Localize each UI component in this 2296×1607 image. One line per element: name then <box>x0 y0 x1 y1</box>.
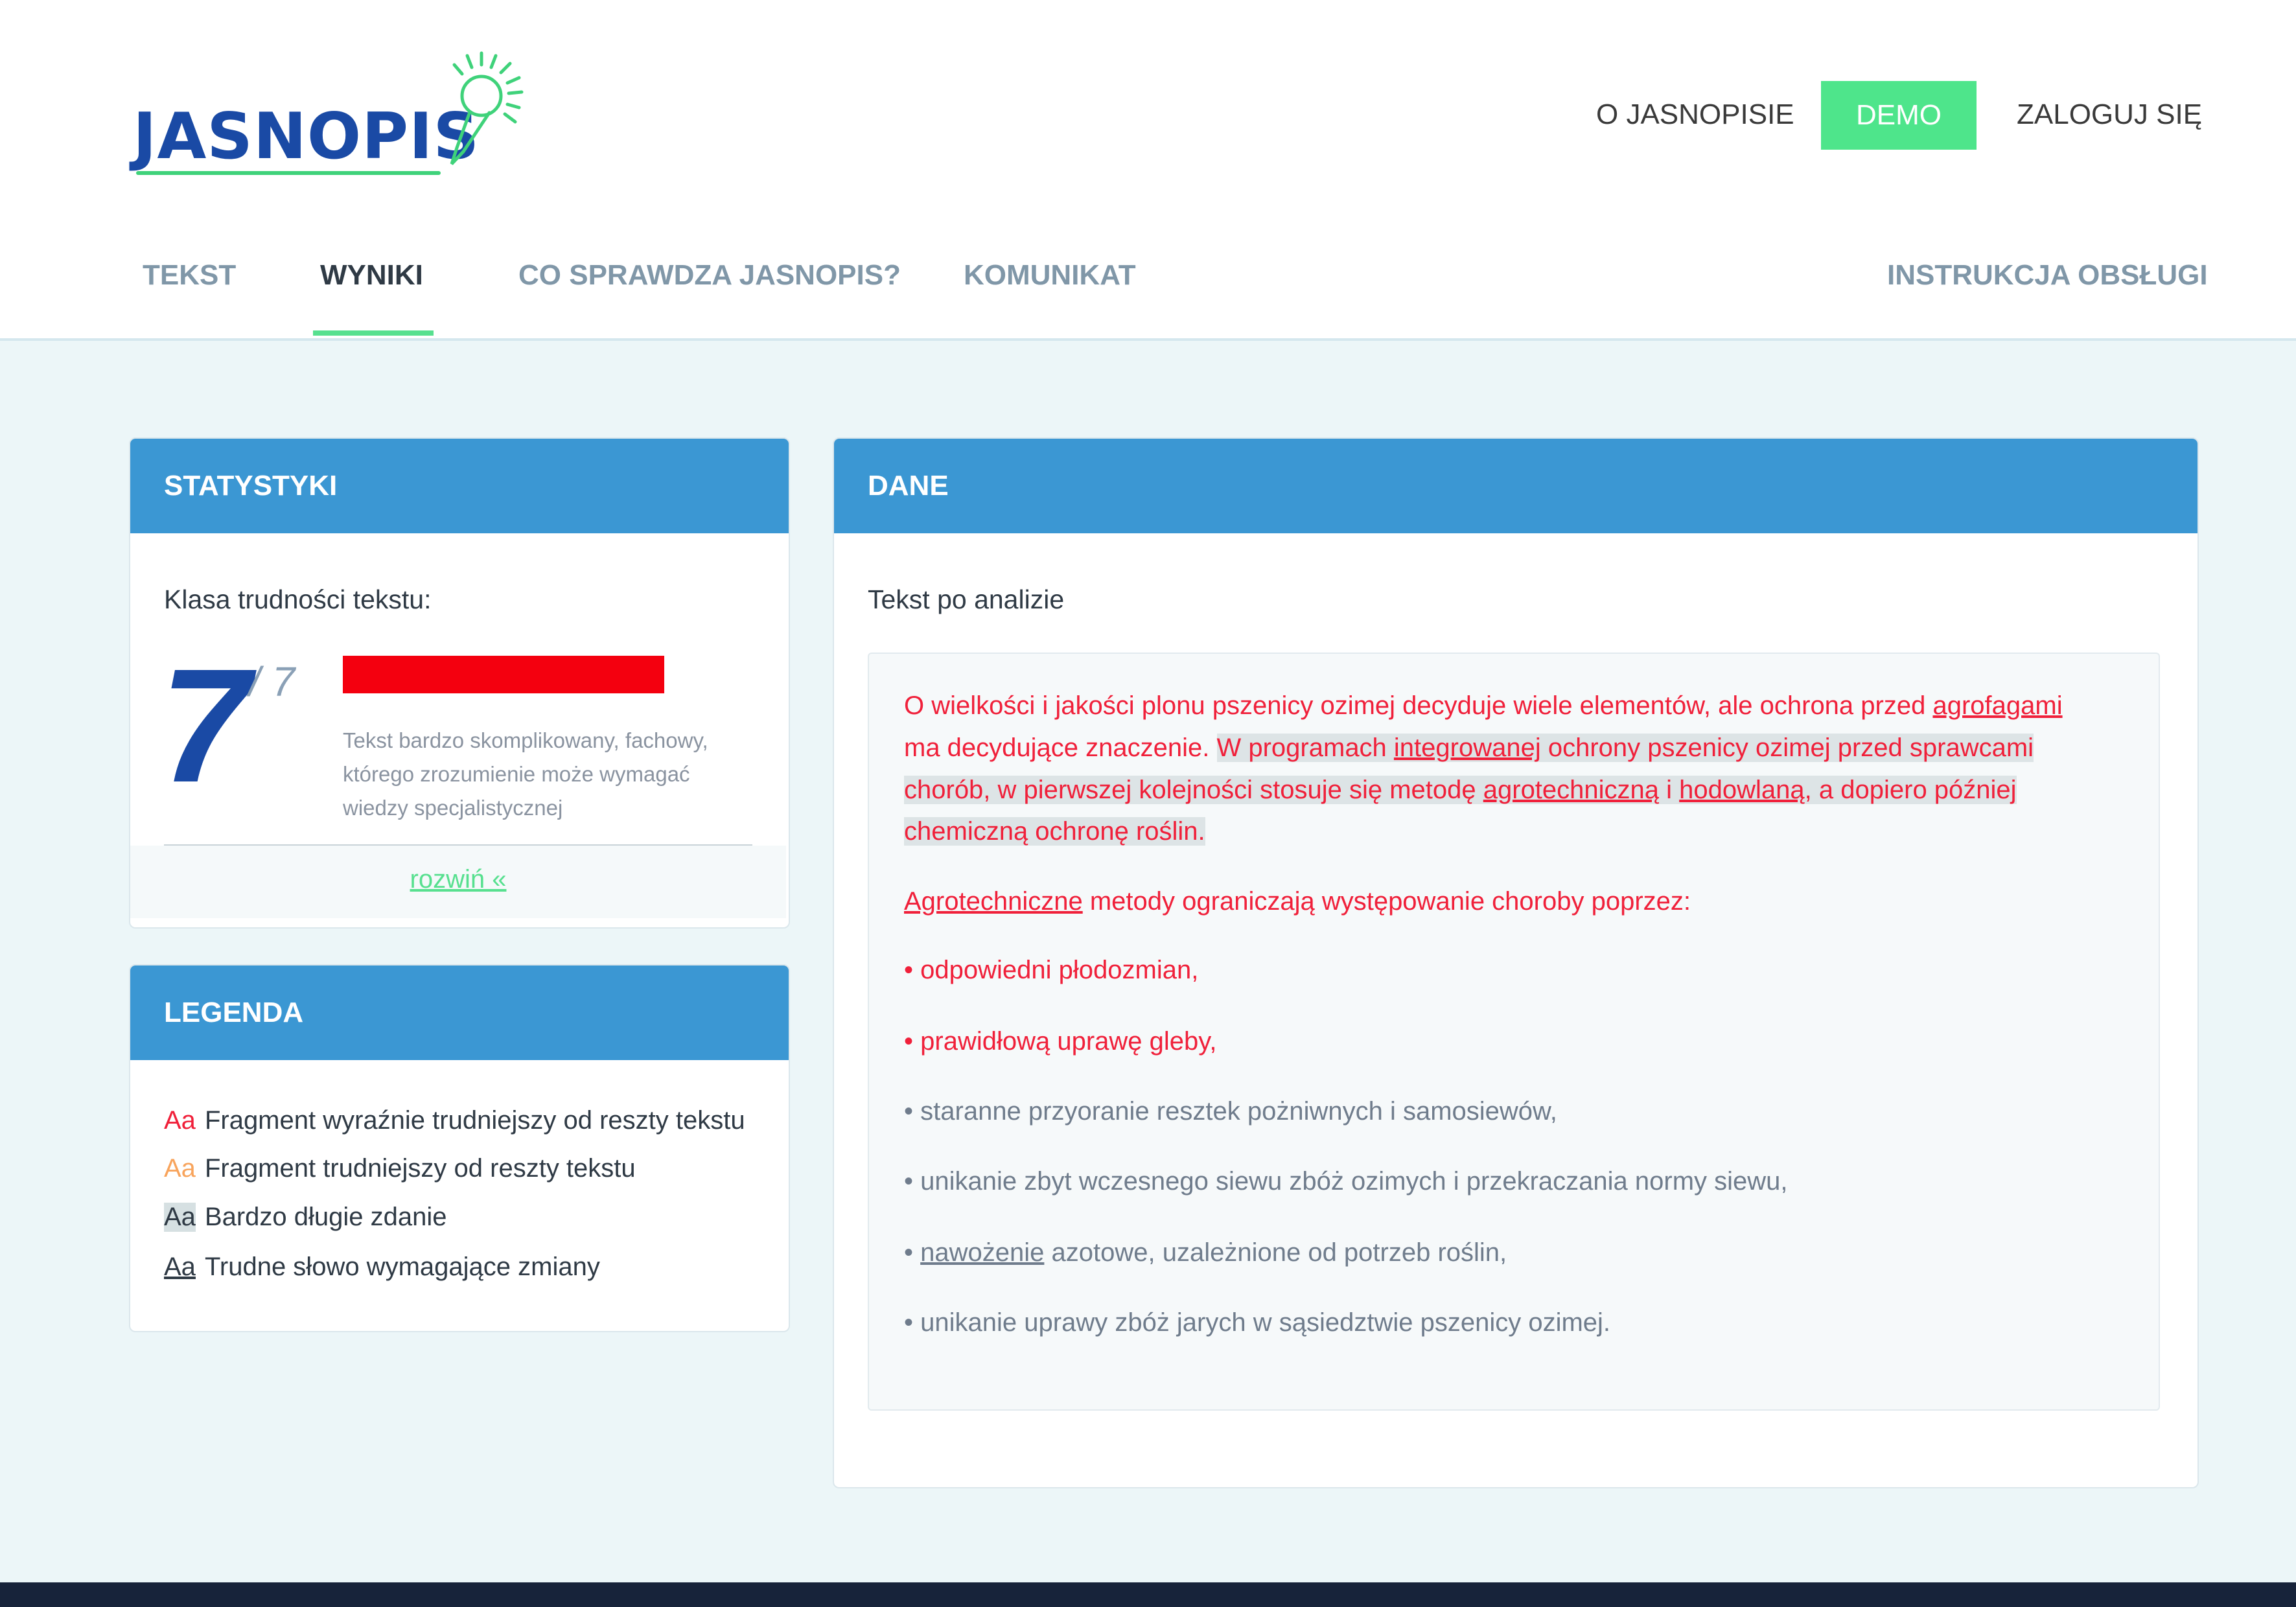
tab-bar: TEKST WYNIKI CO SPRAWDZA JASNOPIS? KOMUN… <box>0 246 2296 338</box>
bullet-icon: • <box>904 956 914 984</box>
hard-word: agrofagami <box>1932 691 2063 720</box>
legend-sample-long-sentence: Aa <box>164 1203 196 1232</box>
legend-item: Aa Trudne słowo wymagające zmiany <box>164 1253 600 1282</box>
legend-item-label: Fragment trudniejszy od reszty tekstu <box>204 1154 636 1183</box>
hard-word: agrotechniczną <box>1483 776 1660 804</box>
logo-underline <box>136 171 441 175</box>
bullet-icon: • <box>904 1027 914 1056</box>
list-item-text: unikanie uprawy zbóż jarych w sąsiedztwi… <box>920 1308 1611 1337</box>
list-item-text: prawidłową uprawę gleby, <box>920 1027 1217 1056</box>
legend-item: Aa Bardzo długie zdanie <box>164 1203 447 1232</box>
demo-button[interactable]: DEMO <box>1821 81 1977 150</box>
legend-item-label: Trudne słowo wymagające zmiany <box>204 1253 600 1281</box>
long-sentence: chorób, w pierwszej kolejności stosuje s… <box>904 776 2017 804</box>
legend-item-label: Fragment wyraźnie trudniejszy od reszty … <box>204 1106 745 1135</box>
text-line: chorób, w pierwszej kolejności stosuje s… <box>904 776 2017 805</box>
text-segment: ochrony pszenicy ozimej przed sprawcami <box>1540 734 2034 762</box>
text-line: ma decydujące znaczenie. W programach in… <box>904 734 2034 763</box>
site-header: JASNOPIS O JASNOPISIE DEMO ZALOGUJ SIĘ T… <box>0 0 2296 341</box>
text-line: Agrotechniczne metody ograniczają występ… <box>904 887 1691 916</box>
expand-link[interactable]: rozwiń « <box>130 865 786 894</box>
lightbulb-pen-icon <box>450 51 524 165</box>
difficulty-max: / 7 <box>249 658 296 705</box>
difficulty-score: 7 <box>160 635 251 816</box>
tab-results[interactable]: WYNIKI <box>320 259 423 292</box>
nav-about[interactable]: O JASNOPISIE <box>1596 98 1794 131</box>
bullet-icon: • <box>904 1308 914 1337</box>
jasnopis-logo[interactable]: JASNOPIS <box>133 51 535 180</box>
text-segment: O wielkości i jakości plonu pszenicy ozi… <box>904 691 1933 720</box>
legend-item: Aa Fragment wyraźnie trudniejszy od reszt… <box>164 1106 745 1135</box>
long-sentence: W programach integrowanej ochrony pszeni… <box>1216 734 2034 762</box>
bullet-icon: • <box>904 1097 914 1126</box>
tab-manual[interactable]: INSTRUKCJA OBSŁUGI <box>1887 259 2208 292</box>
difficulty-bar <box>343 656 664 693</box>
hard-word: Agrotechniczne <box>904 887 1083 916</box>
data-card: DANE Tekst po analizie O wielkości i jak… <box>833 437 2199 1488</box>
statistics-card: STATYSTYKI Klasa trudności tekstu: 7 / 7… <box>129 437 790 929</box>
legend-sample-harder: Aa <box>164 1154 196 1183</box>
hard-word: integrowanej <box>1393 734 1541 762</box>
text-segment: W programach <box>1216 734 1394 762</box>
legend-title: LEGENDA <box>130 965 789 1060</box>
text-segment: , a dopiero później <box>1804 776 2017 804</box>
legend-sample-hard-word: Aa <box>164 1253 196 1281</box>
hard-word: hodowlaną <box>1679 776 1805 804</box>
bullet-icon: • <box>904 1167 914 1196</box>
text-line: chemiczną ochronę roślin. <box>904 817 1205 846</box>
legend-item: Aa Fragment trudniejszy od reszty tekstu <box>164 1154 636 1183</box>
list-item-text: odpowiedni płodozmian, <box>920 956 1199 984</box>
active-tab-indicator <box>313 330 434 336</box>
list-item: • unikanie uprawy zbóż jarych w sąsiedzt… <box>904 1308 1610 1337</box>
difficulty-description: Tekst bardzo skomplikowany, fachowy, któ… <box>343 724 732 825</box>
legend-sample-hard: Aa <box>164 1106 196 1135</box>
text-segment: ma decydujące znaczenie. <box>904 734 1217 762</box>
list-item: • unikanie zbyt wczesnego siewu zbóż ozi… <box>904 1167 1788 1196</box>
list-item: • staranne przyoranie resztek pożniwnych… <box>904 1097 1557 1126</box>
expand-area: rozwiń « <box>130 846 786 918</box>
list-item-text: staranne przyoranie resztek pożniwnych i… <box>920 1097 1557 1126</box>
bullet-icon: • <box>904 1238 914 1267</box>
analyzed-text-label: Tekst po analizie <box>868 584 1065 614</box>
nav-login[interactable]: ZALOGUJ SIĘ <box>2017 98 2202 131</box>
long-sentence: chemiczną ochronę roślin. <box>904 817 1205 846</box>
statistics-title: STATYSTYKI <box>130 439 789 533</box>
list-item-text: azotowe, uzależnione od potrzeb roślin, <box>1044 1238 1507 1267</box>
text-segment: i <box>1659 776 1680 804</box>
list-item-text: unikanie zbyt wczesnego siewu zbóż ozimy… <box>920 1167 1788 1196</box>
difficulty-desc-line: którego zrozumienie może wymagać <box>343 762 690 786</box>
text-line: O wielkości i jakości plonu pszenicy ozi… <box>904 691 2063 721</box>
tab-text[interactable]: TEKST <box>143 259 236 292</box>
difficulty-label: Klasa trudności tekstu: <box>164 584 432 614</box>
text-segment: metody ograniczają występowanie choroby … <box>1082 887 1691 916</box>
list-item: • prawidłową uprawę gleby, <box>904 1027 1216 1056</box>
list-item: • odpowiedni płodozmian, <box>904 956 1198 985</box>
site-footer <box>0 1582 2296 1607</box>
hard-word: nawożenie <box>920 1238 1045 1267</box>
text-segment: chorób, w pierwszej kolejności stosuje s… <box>904 776 1483 804</box>
analyzed-text-box: O wielkości i jakości plonu pszenicy ozi… <box>868 653 2160 1411</box>
legend-card: LEGENDA Aa Fragment wyraźnie trudniejszy … <box>129 964 790 1332</box>
tab-checks[interactable]: CO SPRAWDZA JASNOPIS? <box>518 259 901 292</box>
tab-message[interactable]: KOMUNIKAT <box>964 259 1136 292</box>
legend-item-label: Bardzo długie zdanie <box>204 1203 447 1231</box>
difficulty-desc-line: Tekst bardzo skomplikowany, fachowy, <box>343 728 708 752</box>
data-title: DANE <box>834 439 2197 533</box>
list-item: • nawożenie azotowe, uzależnione od potr… <box>904 1238 1507 1267</box>
difficulty-desc-line: wiedzy specjalistycznej <box>343 796 563 820</box>
